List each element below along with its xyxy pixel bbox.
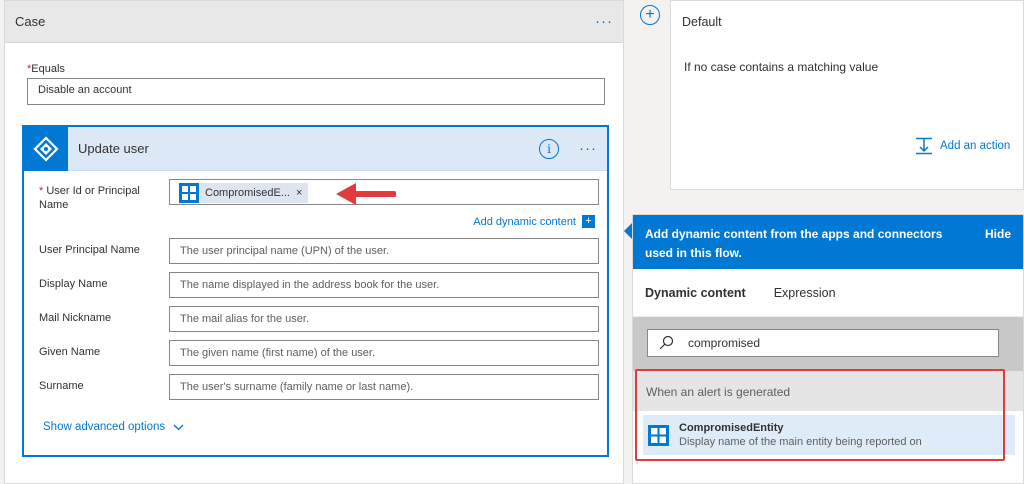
display-name-label: Display Name [39,278,108,290]
required-marker: * [39,185,44,197]
user-id-label: * User Id or Principal Name [39,184,140,212]
update-user-header[interactable]: Update user i ··· [24,126,607,171]
user-principal-name-input[interactable]: The user principal name (UPN) of the use… [169,238,599,264]
given-name-label: Given Name [39,346,101,358]
add-action-icon [916,137,932,155]
default-title: Default [682,15,722,29]
red-arrow-annotation [336,183,396,205]
equals-label: *Equals [27,63,65,75]
case-panel: Case ··· *Equals Disable an account Upda… [4,0,624,484]
equals-label-text: Equals [31,63,65,75]
case-title: Case [15,14,46,29]
dynamic-content-tabs: Dynamic content Expression [633,269,1023,317]
equals-input[interactable]: Disable an account [27,78,605,105]
dynamic-content-header: Add dynamic content from the apps and co… [633,215,1023,269]
header-line-1: Add dynamic content from the apps and co… [645,227,943,241]
update-user-card: Update user i ··· * User Id or Principal… [22,125,609,457]
add-dynamic-content-link[interactable]: Add dynamic content + [473,215,595,228]
case-header[interactable]: Case ··· [5,1,623,43]
surname-input[interactable]: The user's surname (family name or last … [169,374,599,400]
given-name-input[interactable]: The given name (first name) of the user. [169,340,599,366]
default-description: If no case contains a matching value [684,60,879,74]
search-value: compromised [688,336,761,350]
display-name-input[interactable]: The name displayed in the address book f… [169,272,599,298]
show-advanced-options-text: Show advanced options [43,421,166,433]
header-line-2: used in this flow. [645,246,742,260]
token-remove-icon[interactable]: × [296,187,302,199]
add-action-button[interactable]: Add an action [914,137,1010,155]
compromised-entity-token[interactable]: CompromisedE... × [179,183,309,203]
search-input[interactable]: compromised [647,329,999,357]
dynamic-content-header-text: Add dynamic content from the apps and co… [645,225,985,260]
hide-button[interactable]: Hide [985,227,1011,259]
user-principal-name-label: User Principal Name [39,244,140,256]
add-case-icon[interactable]: + [640,5,660,25]
highlight-outline [635,369,1005,461]
azure-ad-logo-icon [24,126,68,171]
add-action-label: Add an action [940,140,1011,152]
mail-nickname-input[interactable]: The mail alias for the user. [169,306,599,332]
search-icon [659,335,674,350]
update-user-title: Update user [78,141,149,156]
tab-expression[interactable]: Expression [774,286,836,300]
tab-dynamic-content[interactable]: Dynamic content [645,286,746,300]
chevron-down-icon [173,424,184,430]
update-user-more-options-icon[interactable]: ··· [579,140,597,157]
add-dynamic-content-text: Add dynamic content [473,215,576,228]
surname-label: Surname [39,380,84,392]
add-dynamic-content-plus-icon: + [582,215,595,228]
user-id-label-line1: User Id or Principal [46,185,140,197]
default-panel: Default If no case contains a matching v… [670,0,1024,190]
token-label: CompromisedE... [205,187,290,199]
search-area: compromised [633,317,1023,371]
info-icon[interactable]: i [539,138,559,159]
mail-nickname-label: Mail Nickname [39,312,112,324]
connector-icon [179,183,199,203]
user-id-label-line2: Name [39,199,69,211]
show-advanced-options-link[interactable]: Show advanced options [43,421,184,433]
case-more-options-icon[interactable]: ··· [595,13,613,30]
